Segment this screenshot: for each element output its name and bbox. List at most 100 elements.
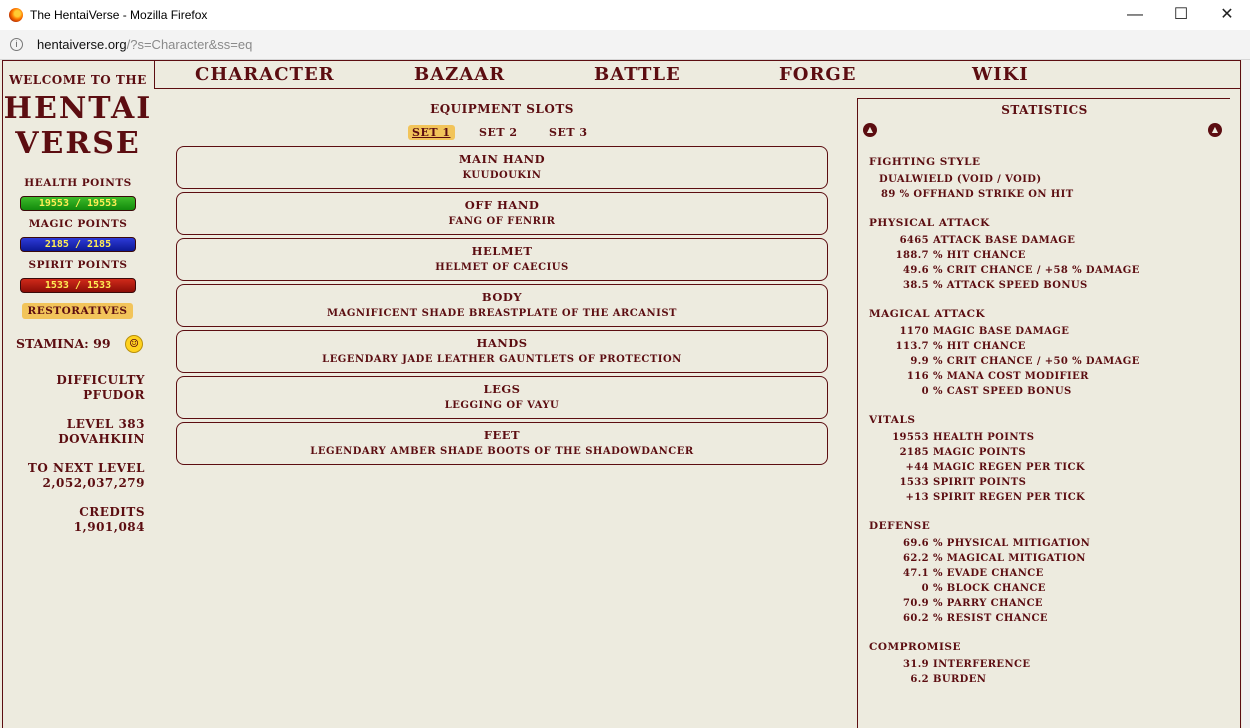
address-bar[interactable]: i hentaiverse.org/?s=Character&ss=eq — [0, 30, 1250, 60]
nav-character[interactable]: Character — [195, 64, 335, 85]
slot-item: Legendary Jade Leather Gauntlets of Prot… — [322, 354, 682, 365]
stat-value: 1533 — [899, 477, 929, 488]
stat-label: % hit chance — [933, 250, 1026, 261]
next-level-block: To next level 2,052,037,279 — [28, 461, 145, 491]
difficulty-value: Pfudor — [83, 388, 145, 402]
stat-value: 113.7 — [895, 341, 929, 352]
magic-bar: 2185 / 2185 — [20, 237, 136, 252]
stat-row: 188.7 % hit chance — [858, 250, 1231, 265]
slot-item: Fang of Fenrir — [448, 216, 556, 227]
section-defense: Defense — [869, 520, 931, 532]
slot-name: Feet — [483, 428, 521, 442]
maximize-button[interactable]: ☐ — [1158, 0, 1204, 30]
stat-row: 31.9 interference — [858, 659, 1231, 674]
stat-label: spirit regen per tick — [933, 492, 1086, 503]
restoratives-button[interactable]: Restoratives — [22, 303, 133, 319]
nav-battle[interactable]: Battle — [594, 64, 681, 85]
slot-name: Main Hand — [458, 152, 546, 166]
stat-value: 9.9 — [910, 356, 929, 367]
stat-label: % attack speed bonus — [933, 280, 1088, 291]
stat-row: +44 magic regen per tick — [858, 462, 1231, 477]
stat-label: % parry chance — [933, 598, 1043, 609]
info-icon[interactable]: i — [10, 38, 23, 51]
stat-label: % mana cost modifier — [933, 371, 1089, 382]
stat-value: 0 — [921, 386, 929, 397]
stat-label: % resist chance — [933, 613, 1048, 624]
spirit-label: Spirit points — [28, 259, 128, 271]
slot-name: Legs — [483, 382, 521, 396]
slot-feet[interactable]: Feet Legendary Amber Shade Boots of the … — [176, 422, 828, 465]
stat-row: 47.1 % evade chance — [858, 568, 1231, 583]
stat-row: +13 spirit regen per tick — [858, 492, 1231, 507]
slot-name: Hands — [476, 336, 528, 350]
stat-value: 19553 — [892, 432, 929, 443]
stat-value: 69.6 — [903, 538, 929, 549]
health-label: Health points — [24, 177, 132, 189]
nav-bazaar[interactable]: Bazaar — [414, 64, 505, 85]
stat-value: 62.2 — [903, 553, 929, 564]
statistics-panel: Statistics ▲ ▲ Fighting Style Dualwield … — [857, 98, 1230, 728]
equipment-title: Equipment Slots — [430, 102, 574, 116]
url-path: /?s=Character&ss=eq — [126, 37, 253, 52]
tab-set-3[interactable]: Set 3 — [545, 125, 592, 140]
scrollbar[interactable] — [1242, 60, 1250, 728]
stat-row: 6465 attack base damage — [858, 235, 1231, 250]
stat-value: 0 — [921, 583, 929, 594]
stat-row: 2185 magic points — [858, 447, 1231, 462]
tab-set-2[interactable]: Set 2 — [475, 125, 522, 140]
section-compromise: Compromise — [869, 641, 962, 653]
slot-legs[interactable]: Legs Legging of Vayu — [176, 376, 828, 419]
stat-row: Dualwield (Void / Void) — [858, 174, 1231, 189]
stat-label: attack base damage — [933, 235, 1076, 246]
stat-row: 89 % offhand strike on hit — [858, 189, 1231, 204]
stat-row: 1533 spirit points — [858, 477, 1231, 492]
logo-hentai: HENTAI — [3, 91, 153, 126]
stat-row: 49.6 % crit chance / +58 % damage — [858, 265, 1231, 280]
up-arrow-icon[interactable]: ▲ — [1208, 123, 1222, 137]
player-title: Dovahkiin — [58, 432, 145, 446]
stat-label: % hit chance — [933, 341, 1026, 352]
difficulty-block[interactable]: Difficulty Pfudor — [56, 373, 145, 403]
stat-row: 60.2 % resist chance — [858, 613, 1231, 628]
url-text[interactable]: hentaiverse.org/?s=Character&ss=eq — [37, 37, 252, 52]
stat-value: 188.7 — [895, 250, 929, 261]
stamina-text: Stamina: 99 — [16, 336, 111, 351]
slot-hands[interactable]: Hands Legendary Jade Leather Gauntlets o… — [176, 330, 828, 373]
up-arrow-icon[interactable]: ▲ — [863, 123, 877, 137]
slot-off-hand[interactable]: Off Hand Fang of Fenrir — [176, 192, 828, 235]
stat-row: 113.7 % hit chance — [858, 341, 1231, 356]
difficulty-label: Difficulty — [56, 373, 145, 387]
stat-row: 69.6 % physical mitigation — [858, 538, 1231, 553]
close-button[interactable]: ✕ — [1204, 0, 1250, 30]
minimize-button[interactable]: — — [1112, 0, 1158, 30]
slot-name: Body — [481, 290, 523, 304]
nav-wiki[interactable]: Wiki — [972, 64, 1029, 85]
stat-label: health points — [933, 432, 1035, 443]
slot-helmet[interactable]: Helmet Helmet of Caecius — [176, 238, 828, 281]
next-level-value: 2,052,037,279 — [42, 476, 145, 490]
slot-body[interactable]: Body Magnificent Shade Breastplate of th… — [176, 284, 828, 327]
credits-label: Credits — [79, 505, 145, 519]
health-bar: 19553 / 19553 — [20, 196, 136, 211]
stat-label: % crit chance / +58 % damage — [933, 265, 1140, 276]
tab-set-1[interactable]: Set 1 — [408, 125, 455, 140]
spirit-bar: 1533 / 1533 — [20, 278, 136, 293]
slot-item: Legendary Amber Shade Boots of the Shado… — [310, 446, 694, 457]
slot-main-hand[interactable]: Main Hand Kuudoukin — [176, 146, 828, 189]
statistics-title: Statistics — [1001, 103, 1088, 117]
stat-row: 1170 magic base damage — [858, 326, 1231, 341]
stat-value: 6.2 — [910, 674, 929, 685]
stat-value: 60.2 — [903, 613, 929, 624]
stat-value: 47.1 — [903, 568, 929, 579]
next-level-label: To next level — [27, 461, 145, 475]
stat-row: 116 % mana cost modifier — [858, 371, 1231, 386]
firefox-icon — [9, 8, 23, 22]
section-vitals: Vitals — [869, 414, 916, 426]
stat-row: 70.9 % parry chance — [858, 598, 1231, 613]
stat-label: % crit chance / +50 % damage — [933, 356, 1140, 367]
section-fighting-style: Fighting Style — [869, 156, 981, 168]
stat-row: 0 % cast speed bonus — [858, 386, 1231, 401]
welcome-text: Welcome to the — [9, 73, 147, 87]
nav-forge[interactable]: Forge — [779, 64, 857, 85]
stat-label: magic base damage — [933, 326, 1070, 337]
